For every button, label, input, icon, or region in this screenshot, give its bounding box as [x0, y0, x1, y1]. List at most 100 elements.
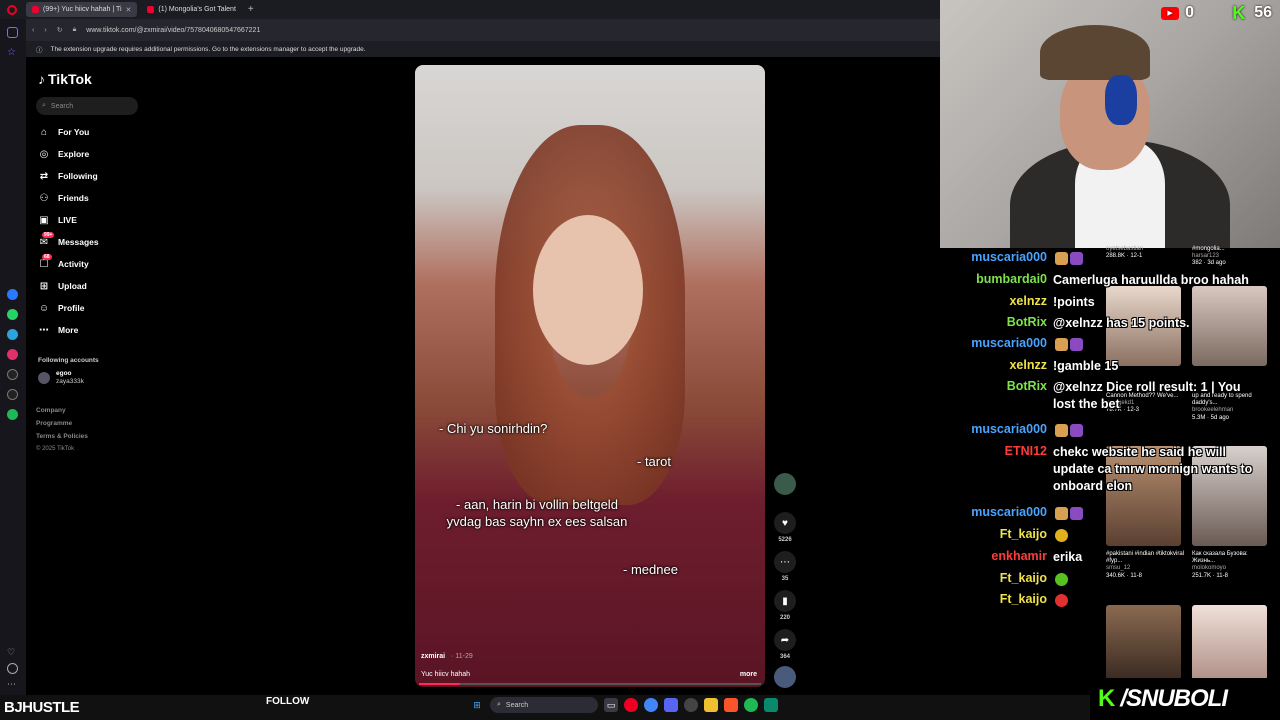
- comment-button[interactable]: ⋯ 35: [772, 551, 798, 582]
- nav-label: Upload: [58, 281, 87, 291]
- video-author[interactable]: zxmirai · 11-29: [421, 653, 473, 660]
- nav-upload[interactable]: ⊞ Upload: [38, 278, 87, 294]
- chat-text: @xelnzz has 15 points.: [1053, 316, 1190, 330]
- activity-badge: 68: [42, 254, 52, 260]
- share-count: 364: [779, 654, 790, 660]
- url-field[interactable]: www.tiktok.com/@zxmirai/video/7578040680…: [86, 27, 260, 34]
- search-input[interactable]: ⌕ Search: [36, 97, 138, 115]
- opera-icon[interactable]: [624, 698, 638, 712]
- video-progress-bar[interactable]: [419, 683, 761, 685]
- taskbar-search-label: Search: [505, 701, 529, 709]
- nav-label: Explore: [58, 149, 90, 159]
- nav-activity[interactable]: ☐ 68 Activity: [38, 254, 89, 272]
- reload-icon[interactable]: ↻: [57, 26, 63, 34]
- youtube-favicon-icon: [147, 6, 155, 13]
- chat-username: ETNI12: [1004, 444, 1047, 458]
- save-button[interactable]: ▮ 220: [772, 590, 798, 621]
- browser-tab-active[interactable]: (99+) Yuc hiicv hahah | Ti ✕: [26, 2, 138, 17]
- chat-username: muscaria000: [971, 422, 1047, 436]
- opera-logo-icon[interactable]: [7, 5, 17, 15]
- nav-following[interactable]: ⇄ Following: [38, 168, 98, 184]
- windows-start-icon[interactable]: ⊞: [470, 698, 484, 712]
- nav-live[interactable]: ▣ LIVE: [38, 212, 77, 228]
- author-avatar-button[interactable]: [772, 473, 798, 495]
- video-date: 11-29: [455, 653, 473, 660]
- messenger-icon[interactable]: [7, 289, 18, 300]
- like-button[interactable]: ♥ 5226: [772, 512, 798, 543]
- friends-icon: ⚇: [39, 192, 49, 204]
- chat-message: muscaria000: [950, 336, 1270, 353]
- badge-icon: [1055, 424, 1068, 438]
- heart-icon[interactable]: ♡: [7, 647, 18, 658]
- instagram-icon[interactable]: [7, 349, 18, 360]
- nav-messages[interactable]: ✉ 99+ Messages: [38, 232, 99, 250]
- home-icon[interactable]: [7, 27, 18, 38]
- home-icon: ⌂: [40, 126, 48, 138]
- star-icon[interactable]: ☆: [7, 47, 18, 58]
- chat-username: enkhamir: [991, 549, 1047, 563]
- chrome-icon[interactable]: [644, 698, 658, 712]
- nav-explore[interactable]: ◎ Explore: [38, 146, 90, 162]
- progress-fill: [419, 683, 461, 685]
- emote-icon: [1055, 594, 1068, 608]
- follow-label: FOLLOW: [266, 696, 310, 707]
- spotify-icon[interactable]: [744, 698, 758, 712]
- share-icon: ➦: [774, 629, 796, 651]
- heart-icon: ♥: [774, 512, 796, 534]
- forward-icon[interactable]: ›: [44, 27, 46, 34]
- more-icon[interactable]: ⋯: [7, 679, 18, 690]
- brave-icon[interactable]: [724, 698, 738, 712]
- x-icon[interactable]: [7, 389, 18, 400]
- whatsapp-icon[interactable]: [7, 309, 18, 320]
- nav-profile[interactable]: ☺ Profile: [38, 300, 85, 316]
- video-player[interactable]: - Chi yu sonirhdin? - tarot - aan, harin…: [415, 65, 765, 687]
- chat-username: xelnzz: [1009, 294, 1047, 308]
- chat-text: [1053, 250, 1263, 267]
- chat-message: muscaria000: [950, 422, 1270, 439]
- chat-message: Ft_kaijo: [950, 527, 1270, 544]
- badge-icon: [1070, 424, 1083, 438]
- more-icon: ⋯: [39, 324, 49, 336]
- address-bar: ‹ › ↻ 🔒︎ www.tiktok.com/@zxmirai/video/7…: [26, 19, 940, 41]
- file-explorer-icon[interactable]: [704, 698, 718, 712]
- chat-text: [1053, 505, 1263, 522]
- app-icon[interactable]: [764, 698, 778, 712]
- more-link[interactable]: more: [740, 671, 757, 678]
- task-view-icon[interactable]: ▭: [604, 698, 618, 712]
- author-name: zxmirai: [421, 653, 446, 660]
- account-handle: zaya333k: [56, 377, 84, 385]
- following-account[interactable]: egoo zaya333k: [38, 370, 84, 386]
- nav-more[interactable]: ⋯ More: [38, 322, 78, 338]
- nav-label: More: [58, 325, 79, 335]
- activity-icon: ☐ 68: [39, 254, 52, 270]
- footer-company[interactable]: Company: [36, 407, 66, 414]
- footer-programme[interactable]: Programme: [36, 420, 72, 427]
- chat-username: muscaria000: [971, 336, 1047, 350]
- new-tab-icon[interactable]: +: [248, 4, 254, 15]
- telegram-icon[interactable]: [7, 329, 18, 340]
- chat-text: [1053, 422, 1263, 439]
- nav-friends[interactable]: ⚇ Friends: [38, 190, 89, 206]
- close-tab-icon[interactable]: ✕: [126, 6, 132, 14]
- nav-label: Activity: [58, 259, 89, 269]
- history-icon[interactable]: [7, 663, 18, 674]
- footer-terms[interactable]: Terms & Policies: [36, 433, 88, 440]
- discord-icon[interactable]: [664, 698, 678, 712]
- save-count: 220: [779, 615, 790, 621]
- taskbar-search[interactable]: ⌕ Search: [490, 697, 598, 713]
- nav-for-you[interactable]: ⌂ For You: [38, 124, 89, 140]
- chat-message: BotRix @xelnzz Dice roll result: 1 | You…: [950, 379, 1270, 413]
- tiktok-logo[interactable]: ♪ TikTok: [38, 71, 92, 87]
- back-icon[interactable]: ‹: [32, 27, 34, 34]
- tiktok-icon[interactable]: [7, 369, 18, 380]
- music-disc-button[interactable]: [772, 666, 798, 688]
- browser-tab[interactable]: (1) Mongolia's Got Talent: [141, 2, 241, 17]
- compass-icon: ◎: [39, 148, 49, 160]
- chat-message: xelnzz !points: [950, 294, 1270, 311]
- share-button[interactable]: ➦ 364: [772, 629, 798, 660]
- spotify-icon[interactable]: [7, 409, 18, 420]
- chat-text: Camerluga haruullda broo hahah: [1053, 273, 1249, 287]
- video-face: [533, 215, 643, 365]
- profile-icon: ☺: [38, 302, 50, 314]
- obs-icon[interactable]: [684, 698, 698, 712]
